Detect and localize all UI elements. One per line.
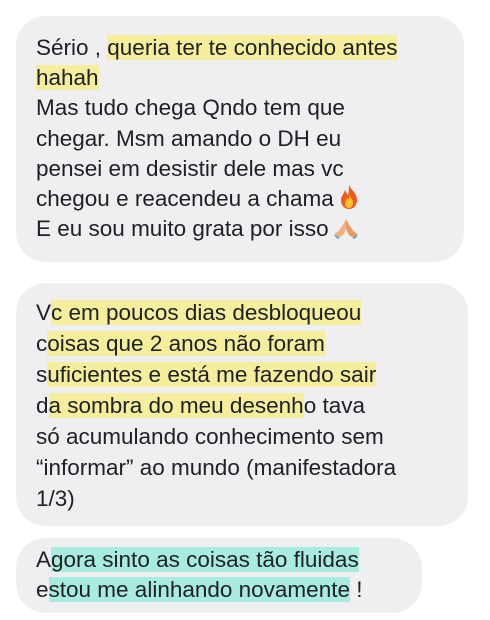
message-line: chegou e reacendeu a chama xyxy=(36,184,360,218)
message-bubble-2[interactable]: Vc em poucos dias desbloqueou coisas que… xyxy=(16,283,468,526)
message-line: Sério , queria ter te conhecido antes xyxy=(36,33,398,63)
highlighted-text: gora sinto as coisas tão fluidas xyxy=(51,547,359,572)
highlighted-text: hahah xyxy=(36,65,99,90)
message-line: coisas que 2 anos não foram xyxy=(36,329,325,359)
message-line: pensei em desistir dele mas vc xyxy=(36,156,344,181)
line-text: V xyxy=(36,300,52,325)
message-line: Vc em poucos dias desbloqueou xyxy=(36,298,362,328)
line-text: E eu sou muito grata por isso xyxy=(36,216,329,241)
line-text: chegou e reacendeu a chama xyxy=(36,186,334,211)
highlighted-text: queria ter te conhecido antes xyxy=(107,35,398,60)
message-bubble-1[interactable]: Sério , queria ter te conhecido antes ha… xyxy=(16,16,464,262)
highlighted-text: uficientes e está me fazendo sair xyxy=(47,362,377,387)
line-text: e xyxy=(36,577,49,602)
message-line: estou me alinhando novamente ! xyxy=(36,575,363,605)
highlighted-text: stou me alinhando novamente xyxy=(48,577,350,602)
line-text: s xyxy=(36,362,48,387)
highlighted-text: c em poucos dias desbloqueou xyxy=(51,300,362,325)
message-line: hahah xyxy=(36,63,99,93)
line-text: A xyxy=(36,547,52,572)
message-line: Agora sinto as coisas tão fluidas xyxy=(36,545,359,575)
folded-hands-emoji-icon xyxy=(333,216,359,248)
line-text: o tava xyxy=(303,393,365,418)
message-line: da sombra do meu desenho tava xyxy=(36,391,365,421)
line-text: Sério , xyxy=(36,35,108,60)
message-bubble-3[interactable]: Agora sinto as coisas tão fluidas estou … xyxy=(16,538,422,613)
message-line: E eu sou muito grata por isso xyxy=(36,214,359,248)
line-text: ! xyxy=(349,577,363,602)
highlighted-text: oisas que 2 anos não foram xyxy=(47,331,325,356)
line-text: d xyxy=(36,393,49,418)
line-text: c xyxy=(36,331,48,356)
message-line: 1/3) xyxy=(36,486,75,511)
fire-emoji-icon xyxy=(338,184,360,218)
message-line: só acumulando conhecimento sem xyxy=(36,424,384,449)
highlighted-text: a sombra do meu desenh xyxy=(48,393,304,418)
message-line: Mas tudo chega Qndo tem que xyxy=(36,95,345,120)
message-line: suficientes e está me fazendo sair xyxy=(36,360,377,390)
message-line: chegar. Msm amando o DH eu xyxy=(36,126,342,151)
message-line: “informar” ao mundo (manifestadora xyxy=(36,455,397,480)
